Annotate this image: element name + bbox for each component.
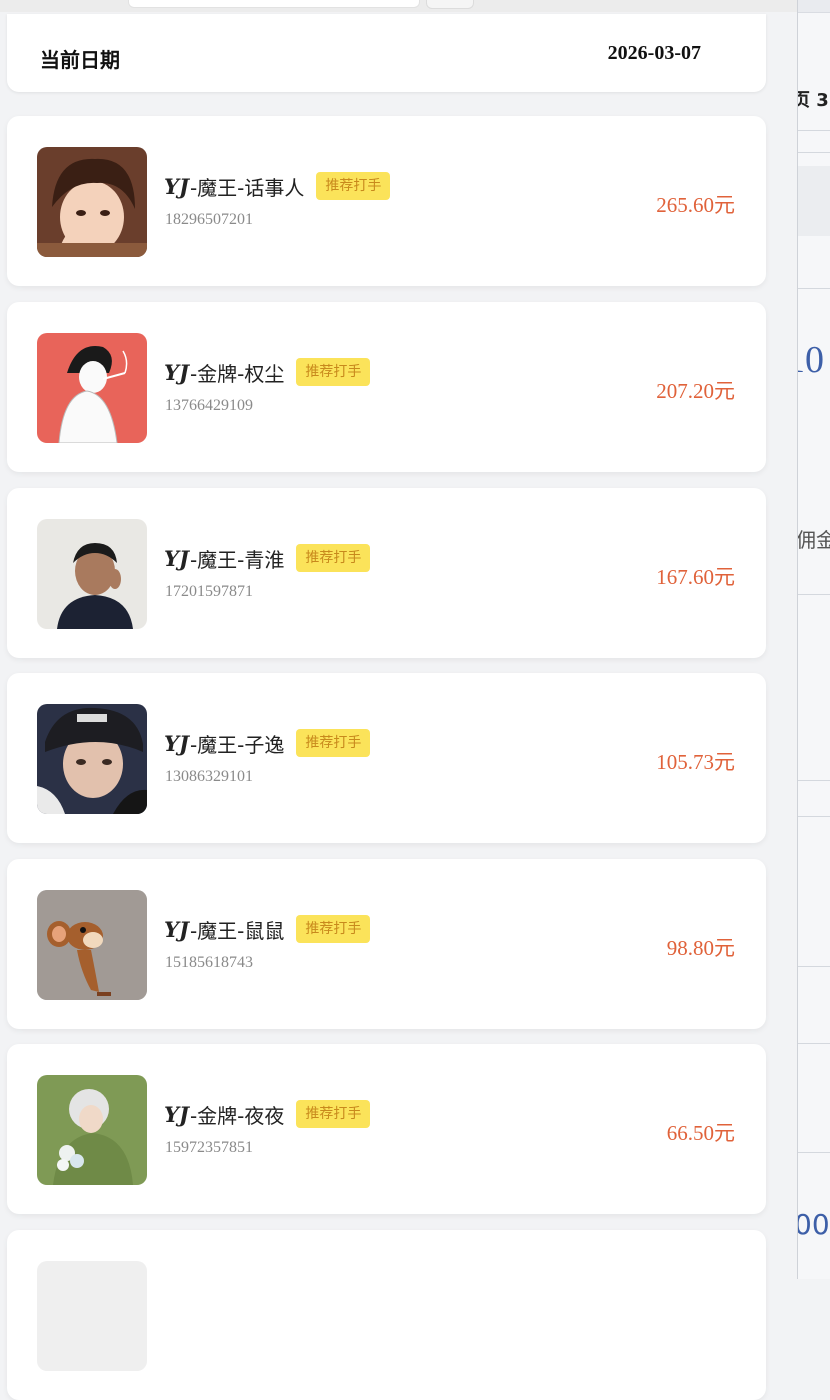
recommended-badge: 推荐打手 — [296, 544, 371, 572]
divider — [798, 966, 830, 967]
background-window-header — [798, 166, 830, 236]
divider — [798, 288, 830, 289]
divider — [798, 594, 830, 595]
player-phone: 15972357851 — [165, 1139, 253, 1156]
name-prefix: YJ — [164, 173, 189, 199]
cartoon-mouse-avatar — [37, 890, 147, 1000]
player-card[interactable]: YJ -魔王-话事人 推荐打手 18296507201 265.60元 — [7, 116, 766, 286]
player-name-row: YJ -魔王-话事人 推荐打手 — [164, 171, 391, 201]
player-phone: 15185618743 — [165, 954, 253, 971]
divider — [798, 1152, 830, 1153]
player-card[interactable]: YJ -魔王-鼠鼠 推荐打手 15185618743 98.80元 — [7, 859, 766, 1029]
name-prefix: YJ — [164, 916, 189, 942]
avatar-placeholder — [37, 1261, 147, 1371]
divider — [798, 780, 830, 781]
player-name: -金牌-权尘 — [189, 361, 285, 386]
recommended-badge: 推荐打手 — [296, 729, 371, 757]
recommended-badge: 推荐打手 — [296, 358, 371, 386]
player-card[interactable]: YJ -魔王-子逸 推荐打手 13086329101 105.73元 — [7, 673, 766, 843]
player-name-row: YJ -金牌-权尘 推荐打手 — [164, 357, 371, 387]
date-header: 当前日期 2026-03-07 — [7, 14, 766, 92]
player-card[interactable]: YJ -金牌-权尘 推荐打手 13766429109 207.20元 — [7, 302, 766, 472]
background-window-label: 佣金 — [797, 528, 830, 552]
anime-boy-avatar — [37, 147, 147, 257]
player-amount: 265.60元 — [656, 193, 735, 217]
recommended-badge: 推荐打手 — [296, 915, 371, 943]
search-input[interactable] — [128, 0, 420, 8]
player-phone: 17201597871 — [165, 583, 253, 600]
name-prefix: YJ — [164, 1101, 189, 1127]
recommended-badge: 推荐打手 — [296, 1100, 371, 1128]
background-window-value: 00 — [797, 1208, 830, 1241]
player-amount: 167.60元 — [656, 565, 735, 589]
divider — [798, 1043, 830, 1044]
player-name: -魔王-话事人 — [189, 175, 305, 200]
background-window-value: 10 — [798, 339, 824, 381]
player-phone: 13086329101 — [165, 768, 253, 785]
player-amount: 98.80元 — [666, 936, 735, 960]
player-phone: 13766429109 — [165, 397, 253, 414]
current-date-label: 当前日期 — [40, 48, 120, 72]
player-name: -魔王-子逸 — [189, 732, 285, 757]
player-card[interactable]: YJ -魔王-青淮 推荐打手 17201597871 167.60元 — [7, 488, 766, 658]
player-name-row: YJ -魔王-鼠鼠 推荐打手 — [164, 914, 371, 944]
divider — [798, 152, 830, 153]
recommended-badge: 推荐打手 — [316, 172, 391, 200]
search-button[interactable] — [426, 0, 474, 9]
player-card[interactable]: YJ -金牌-夜夜 推荐打手 15972357851 66.50元 — [7, 1044, 766, 1214]
player-amount: 105.73元 — [656, 750, 735, 774]
divider — [798, 816, 830, 817]
white-hair-boy-avatar — [37, 1075, 147, 1185]
kid-photo-avatar — [37, 519, 147, 629]
name-prefix: YJ — [164, 545, 189, 571]
player-name-row: YJ -金牌-夜夜 推荐打手 — [164, 1099, 371, 1129]
helmet-man-avatar — [37, 704, 147, 814]
player-name: -魔王-鼠鼠 — [189, 918, 285, 943]
player-phone: 18296507201 — [165, 211, 253, 228]
player-name: -金牌-夜夜 — [189, 1103, 285, 1128]
background-window-text: 页 3 — [798, 90, 829, 111]
background-window-tabbar — [798, 0, 830, 13]
background-window: 页 3 10 佣金 00 — [797, 0, 830, 1279]
sketch-smoking-boy-avatar — [37, 333, 147, 443]
current-date-value: 2026-03-07 — [607, 42, 701, 64]
player-name-row: YJ -魔王-子逸 推荐打手 — [164, 728, 371, 758]
player-amount: 207.20元 — [656, 379, 735, 403]
player-amount: 66.50元 — [666, 1121, 735, 1145]
player-name: -魔王-青淮 — [189, 547, 285, 572]
name-prefix: YJ — [164, 359, 189, 385]
player-name-row: YJ -魔王-青淮 推荐打手 — [164, 543, 371, 573]
name-prefix: YJ — [164, 730, 189, 756]
player-card[interactable] — [7, 1230, 766, 1400]
divider — [798, 130, 830, 131]
